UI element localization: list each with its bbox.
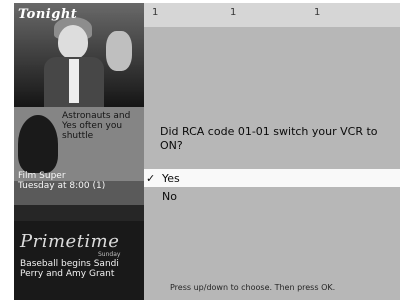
promo-show-time: Tuesday at 8:00 (1)	[18, 181, 106, 191]
promo-show: Film Super Tuesday at 8:00 (1)	[18, 171, 105, 191]
option-yes-label: Yes	[162, 171, 180, 185]
photo-figure-tie	[69, 59, 79, 103]
setup-dialog: Did RCA code 01-01 switch your VCR to ON…	[144, 27, 400, 300]
top-bar: 1 1 1	[144, 3, 400, 27]
option-no-label: No	[162, 189, 177, 203]
tv-icon[interactable]: 1	[152, 7, 158, 18]
photo-figure-head	[58, 25, 88, 59]
promo-image	[18, 115, 58, 173]
setup-question: Did RCA code 01-01 switch your VCR to ON…	[160, 125, 378, 152]
featured-photo[interactable]: Tonight	[14, 3, 144, 107]
promo-show-title: Film Super	[18, 171, 66, 181]
left-sidebar: Tonight Astronauts and Yes often you shu…	[14, 3, 144, 300]
cable-icon[interactable]: 1	[314, 7, 320, 18]
checkmark-icon: ✓	[146, 171, 156, 185]
promo-panel[interactable]: Astronauts and Yes often you shuttle	[14, 107, 144, 181]
tv-screen: Tonight Astronauts and Yes often you shu…	[14, 3, 400, 300]
instruction-hint: Press up/down to choose. Then press OK.	[170, 283, 336, 292]
photo-second-figure	[106, 31, 132, 71]
option-no[interactable]: No	[144, 187, 400, 205]
option-yes[interactable]: ✓ Yes	[144, 169, 400, 187]
brand-subtitle: Sunday	[98, 251, 121, 258]
brand-logo: Primetime	[20, 231, 120, 252]
vcr-icon[interactable]: 1	[230, 7, 236, 18]
photo-title: Tonight	[18, 7, 78, 22]
promo-text: Astronauts and Yes often you shuttle	[62, 111, 131, 141]
brand-description: Baseball begins Sandi Perry and Amy Gran…	[20, 259, 119, 279]
